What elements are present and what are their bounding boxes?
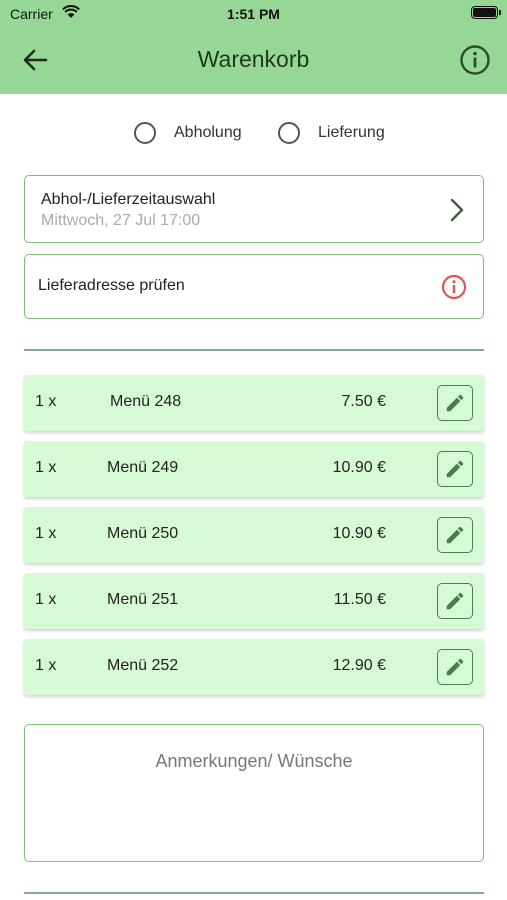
time-selection-title: Abhol-/Lieferzeitauswahl — [41, 191, 216, 208]
cart-item: 1 x Menü 251 11.50 € — [24, 573, 484, 629]
app-header: Carrier 1:51 PM Warenkorb — [0, 0, 507, 94]
radio-label: Lieferung — [318, 124, 385, 141]
cart-item: 1 x Menü 252 12.90 € — [24, 639, 484, 695]
divider — [24, 892, 484, 894]
radio-circle-icon[interactable] — [134, 122, 156, 144]
pencil-icon — [446, 394, 464, 412]
edit-item-button[interactable] — [437, 649, 473, 685]
item-quantity: 1 x — [35, 525, 57, 542]
item-quantity: 1 x — [35, 657, 57, 674]
page-title: Warenkorb — [197, 46, 310, 72]
radio-label: Abholung — [174, 124, 242, 141]
edit-item-button[interactable] — [437, 517, 473, 553]
chevron-right-icon — [450, 198, 464, 222]
info-circle-icon[interactable] — [459, 44, 491, 76]
time-selection-card[interactable]: Abhol-/Lieferzeitauswahl Mittwoch, 27 Ju… — [24, 175, 484, 243]
edit-item-button[interactable] — [437, 385, 473, 421]
time-selection-value: Mittwoch, 27 Jul 17:00 — [41, 212, 201, 229]
pencil-icon — [446, 460, 464, 478]
item-name: Menü 251 — [107, 591, 179, 608]
alert-info-icon — [441, 274, 467, 300]
item-price: 10.90 € — [332, 525, 386, 542]
cart-item: 1 x Menü 250 10.90 € — [24, 507, 484, 563]
item-quantity: 1 x — [35, 459, 57, 476]
radio-abholung[interactable]: Abholung — [134, 122, 242, 144]
divider — [24, 349, 484, 351]
item-price: 12.90 € — [332, 657, 386, 674]
edit-item-button[interactable] — [437, 583, 473, 619]
address-check-label: Lieferadresse prüfen — [38, 277, 185, 294]
item-name: Menü 248 — [110, 393, 182, 410]
cart-item: 1 x Menü 249 10.90 € — [24, 441, 484, 497]
cart-item: 1 x Menü 248 7.50 € — [24, 375, 484, 431]
item-price: 10.90 € — [332, 459, 386, 476]
status-bar: Carrier 1:51 PM — [0, 0, 507, 28]
item-name: Menü 249 — [107, 459, 179, 476]
item-name: Menü 252 — [107, 657, 179, 674]
pencil-icon — [446, 658, 464, 676]
item-price: 7.50 € — [341, 393, 386, 410]
battery-icon — [471, 6, 501, 19]
delivery-mode-selector: Abholung Lieferung — [0, 122, 507, 148]
status-time: 1:51 PM — [227, 6, 280, 22]
radio-circle-icon[interactable] — [278, 122, 300, 144]
item-price: 11.50 € — [333, 591, 386, 608]
radio-lieferung[interactable]: Lieferung — [278, 122, 385, 144]
address-check-card[interactable]: Lieferadresse prüfen — [24, 254, 484, 319]
pencil-icon — [446, 592, 464, 610]
edit-item-button[interactable] — [437, 451, 473, 487]
item-quantity: 1 x — [35, 591, 57, 608]
pencil-icon — [446, 526, 464, 544]
item-quantity: 1 x — [35, 393, 57, 410]
item-name: Menü 250 — [107, 525, 179, 542]
notes-textarea[interactable] — [24, 724, 484, 862]
